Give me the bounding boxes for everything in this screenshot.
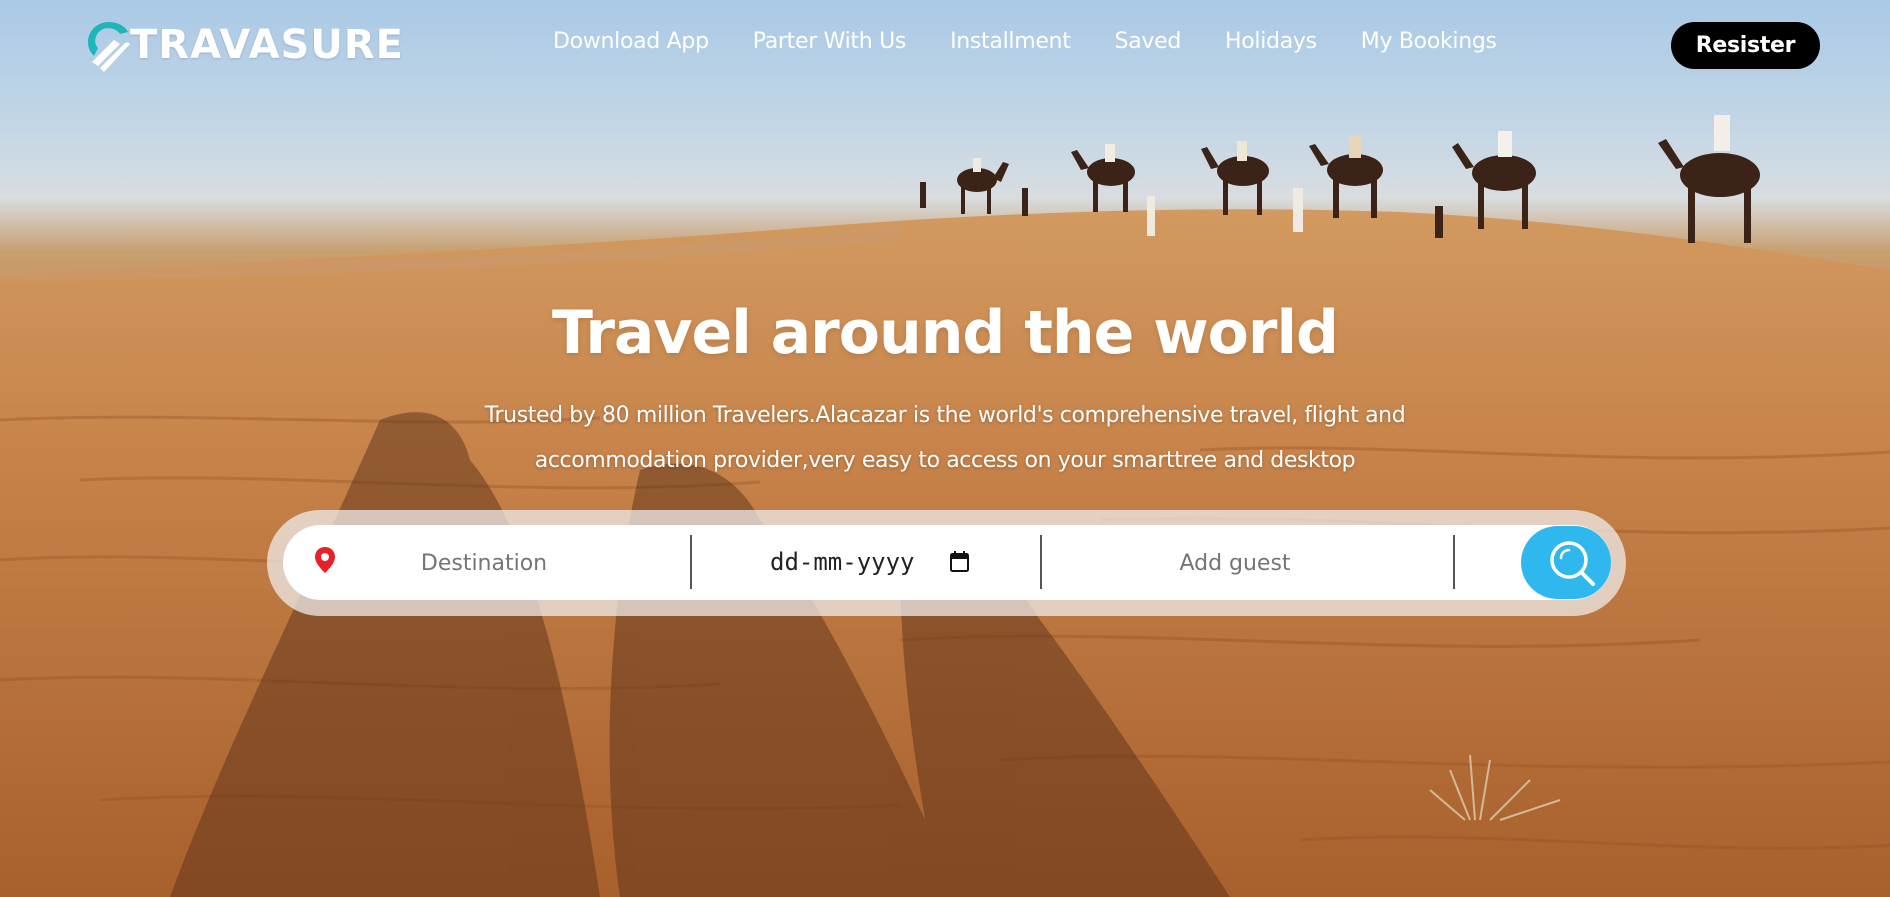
destination-input[interactable] [350, 535, 618, 591]
date-input[interactable]: dd-mm-yyyy [770, 546, 915, 578]
nav-my-bookings[interactable]: My Bookings [1361, 29, 1497, 54]
brand-name: TRAVASURE [130, 22, 404, 68]
top-navbar: TRAVASURE Download App Parter With Us In… [0, 0, 1890, 92]
hero-subtitle: Trusted by 80 million Travelers.Alacazar… [484, 403, 1406, 473]
hero-title: Travel around the world [552, 298, 1339, 368]
nav-saved[interactable]: Saved [1115, 29, 1182, 54]
search-button[interactable] [1521, 526, 1611, 599]
date-placeholder: dd-mm-yyyy [770, 548, 915, 576]
nav-partner-with-us[interactable]: Parter With Us [753, 29, 907, 54]
search-divider [690, 535, 692, 589]
guest-input[interactable] [1060, 535, 1410, 591]
register-button[interactable]: Resister [1671, 22, 1820, 69]
nav-installment[interactable]: Installment [950, 29, 1071, 54]
location-pin-icon [314, 546, 336, 574]
nav-download-app[interactable]: Download App [553, 29, 709, 54]
brand-logo[interactable]: TRAVASURE [84, 18, 404, 72]
search-icon [1550, 541, 1595, 586]
search-divider [1040, 535, 1042, 589]
search-divider [1453, 535, 1455, 589]
nav-holidays[interactable]: Holidays [1225, 29, 1317, 54]
main-nav: Download App Parter With Us Installment … [553, 29, 1541, 54]
brand-logo-icon [84, 18, 134, 72]
calendar-icon[interactable] [950, 551, 969, 572]
